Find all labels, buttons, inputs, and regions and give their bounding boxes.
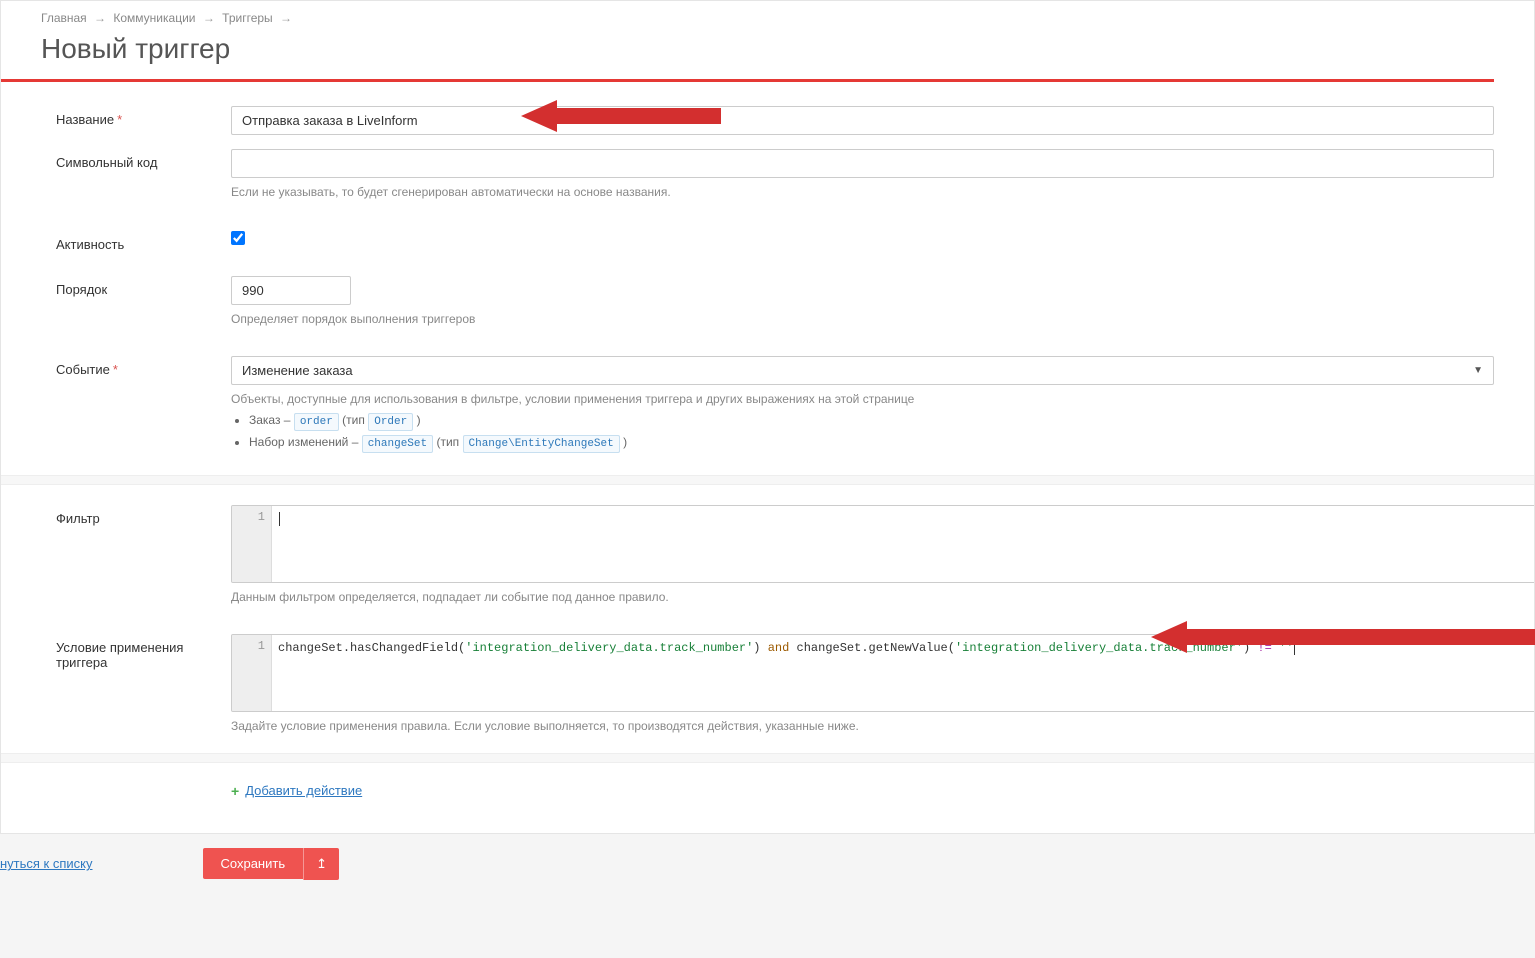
breadcrumb-sep: → (280, 11, 292, 25)
filter-help: Данным фильтром определяется, подпадает … (231, 589, 1534, 606)
section-divider (1, 475, 1534, 485)
symcode-help: Если не указывать, то будет сгенерирован… (231, 184, 1494, 201)
title-divider (1, 79, 1494, 82)
breadcrumb-home[interactable]: Главная (41, 11, 87, 25)
editor-gutter: 1 (232, 506, 272, 582)
text-cursor-icon (1294, 641, 1295, 655)
filter-code-editor[interactable]: 1 (231, 505, 1534, 583)
breadcrumb-communications[interactable]: Коммуникации (113, 11, 195, 25)
breadcrumb-sep: → (94, 11, 106, 25)
label-name: Название* (1, 106, 231, 127)
event-help: Объекты, доступные для использования в ф… (231, 391, 1494, 408)
order-help: Определяет порядок выполнения триггеров (231, 311, 1494, 328)
plus-icon: + (231, 783, 239, 799)
label-condition: Условие применения триггера (1, 634, 231, 670)
breadcrumb: Главная → Коммуникации → Триггеры → (1, 1, 1534, 29)
activity-checkbox[interactable] (231, 231, 245, 245)
event-select[interactable]: Изменение заказа ▼ (231, 356, 1494, 385)
breadcrumb-triggers[interactable]: Триггеры (222, 11, 273, 25)
token-changeset-type: Change\EntityChangeSet (463, 435, 620, 453)
save-button[interactable]: Сохранить (203, 848, 304, 879)
label-symcode: Символьный код (1, 149, 231, 170)
order-input[interactable] (231, 276, 351, 305)
save-and-up-button[interactable]: ↥ (303, 848, 339, 880)
required-icon: * (113, 362, 118, 377)
label-activity: Активность (1, 231, 231, 252)
label-event: Событие* (1, 356, 231, 377)
editor-code[interactable] (272, 506, 1534, 582)
name-input[interactable] (231, 106, 1494, 135)
condition-code-editor[interactable]: 1 changeSet.hasChangedField('integration… (231, 634, 1534, 712)
editor-gutter: 1 (232, 635, 272, 711)
add-action-label: Добавить действие (245, 783, 362, 798)
text-cursor-icon (279, 512, 280, 526)
token-order: order (294, 413, 339, 431)
breadcrumb-sep: → (203, 11, 215, 25)
editor-code[interactable]: changeSet.hasChangedField('integration_d… (272, 635, 1534, 711)
condition-help: Задайте условие применения правила. Если… (231, 718, 1534, 735)
required-icon: * (117, 112, 122, 127)
event-object-item: Заказ – order (тип Order ) (249, 413, 1494, 431)
label-filter: Фильтр (1, 505, 231, 526)
section-divider (1, 753, 1534, 763)
label-empty (1, 783, 231, 789)
add-action-link[interactable]: + Добавить действие (231, 783, 362, 799)
event-select-value: Изменение заказа (242, 363, 353, 378)
event-object-item: Набор изменений – changeSet (тип Change\… (249, 435, 1494, 453)
token-order-type: Order (368, 413, 413, 431)
caret-down-icon: ▼ (1473, 365, 1483, 376)
event-objects-list: Заказ – order (тип Order ) Набор изменен… (249, 413, 1494, 453)
label-order: Порядок (1, 276, 231, 297)
back-to-list-link[interactable]: нуться к списку (0, 856, 93, 871)
page-title: Новый триггер (1, 29, 1534, 79)
symcode-input[interactable] (231, 149, 1494, 178)
token-changeset: changeSet (362, 435, 433, 453)
arrow-up-icon: ↥ (316, 856, 327, 871)
